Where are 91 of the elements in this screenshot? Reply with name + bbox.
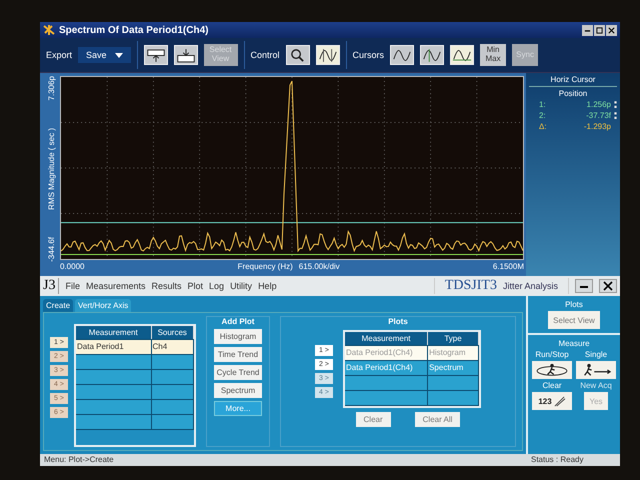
measure-heading: Measure xyxy=(558,339,590,348)
cursor-mode-button[interactable] xyxy=(420,45,444,65)
product-subtitle: Jitter Analysis xyxy=(502,281,558,291)
app-icon xyxy=(43,24,55,36)
cursors-label: Cursors xyxy=(352,50,384,60)
table-cell: Ch4 xyxy=(152,340,194,354)
tab[interactable]: Create xyxy=(43,299,74,312)
wave-icon xyxy=(392,48,412,62)
plot-type-button[interactable]: Time Trend xyxy=(214,347,262,362)
x-max-label: 6.1500M xyxy=(492,262,524,270)
cursor-panel-title: Horiz Cursor xyxy=(529,75,617,87)
menu-item[interactable]: File xyxy=(65,281,80,291)
single-label: Single xyxy=(584,350,608,359)
close-icon xyxy=(608,26,615,34)
clear-all-button[interactable]: Clear All xyxy=(414,412,460,427)
table-cell: Histogram xyxy=(428,346,479,360)
status-text: Status : Ready xyxy=(531,454,584,466)
new-acq-label: New Acq xyxy=(580,381,612,390)
close-button[interactable] xyxy=(606,24,617,36)
y-max-label: 7.306p xyxy=(47,76,57,100)
table-row[interactable]: Data Period1 Ch4 xyxy=(76,340,194,355)
zoom-tool-button[interactable] xyxy=(286,45,310,65)
clear-label: Clear xyxy=(542,381,562,390)
cursor-tool-button[interactable] xyxy=(316,45,340,65)
cursor-wave-icon xyxy=(318,48,338,62)
readout-label: Δ: xyxy=(539,122,547,131)
caret-icon xyxy=(114,52,123,58)
wave-vertical-cursor-icon xyxy=(422,48,442,62)
export-top-button[interactable] xyxy=(144,45,168,65)
readout-value: -1.293p xyxy=(582,122,611,131)
x-axis-label: Frequency (Hz) xyxy=(238,262,293,270)
run-stop-label: Run/Stop xyxy=(535,350,569,359)
clear-measure-button[interactable]: 123 xyxy=(532,392,572,410)
menu-item[interactable]: Results xyxy=(152,281,182,291)
table-cell: Data Period1(Ch4) xyxy=(345,361,428,375)
spinner-icon[interactable] xyxy=(614,100,617,108)
run-stop-button[interactable] xyxy=(532,361,572,379)
window-title: Spectrum Of Data Period1(Ch4) xyxy=(59,24,210,36)
readout-value: 1.256p xyxy=(586,100,611,109)
minimize-button[interactable] xyxy=(575,279,593,293)
menu-path-text: Menu: Plot->Create xyxy=(44,454,114,466)
y-axis-label: RMS Magnitude ( sec ) xyxy=(47,128,57,210)
runner-loop-icon xyxy=(534,363,570,377)
maximize-button[interactable] xyxy=(594,24,605,36)
magnifier-icon xyxy=(290,48,306,62)
spinner-icon[interactable] xyxy=(614,112,617,120)
cursor-mode-button[interactable] xyxy=(390,45,414,65)
export-label: Export xyxy=(46,50,72,60)
plot-type-button[interactable]: Histogram xyxy=(214,329,262,344)
minimize-icon xyxy=(584,28,591,32)
table-cell: Data Period1(Ch4) xyxy=(345,346,428,360)
control-label: Control xyxy=(250,50,280,60)
column-header: Type xyxy=(428,332,479,345)
column-header: Measurement xyxy=(345,332,428,345)
table-cell: Data Period1 xyxy=(76,340,152,354)
export-down-button[interactable] xyxy=(174,45,198,65)
cursor-mode-button[interactable] xyxy=(450,45,474,65)
plots-title: Plots xyxy=(388,317,408,326)
menu-item[interactable]: Utility xyxy=(230,281,252,291)
column-header: Measurement xyxy=(76,326,152,339)
close-icon xyxy=(603,281,613,291)
table-cell: Spectrum xyxy=(428,361,479,375)
product-name: TDSJIT3 xyxy=(444,278,497,294)
menu-item[interactable]: Help xyxy=(258,281,277,291)
minimize-button[interactable] xyxy=(582,24,593,36)
plots-heading: Plots xyxy=(565,300,583,309)
clear-button[interactable]: Clear xyxy=(356,412,391,427)
menu-item[interactable]: Measurements xyxy=(86,281,146,291)
export-dropdown[interactable]: Save xyxy=(78,47,131,63)
cursor-position-heading: Position xyxy=(558,89,588,98)
eraser-icon xyxy=(552,396,566,406)
close-button[interactable] xyxy=(599,279,617,293)
column-header: Sources xyxy=(152,326,194,339)
readout-label: 2: xyxy=(539,111,546,120)
single-button[interactable] xyxy=(576,361,616,379)
menu-item[interactable]: Plot xyxy=(188,281,204,291)
minimize-icon xyxy=(579,284,589,288)
min-max-button[interactable]: Min Max xyxy=(480,44,506,66)
readout-label: 1: xyxy=(539,100,546,109)
x-scale-label: 615.00k/div xyxy=(298,262,340,270)
app-logo: J3 xyxy=(43,278,60,294)
plot-type-button[interactable]: Spectrum xyxy=(214,383,262,398)
menu-item[interactable]: Log xyxy=(209,281,224,291)
readout-value: -37.73f xyxy=(585,111,611,120)
plot-type-button[interactable]: Cycle Trend xyxy=(214,365,262,380)
add-plot-title: Add Plot xyxy=(222,317,254,326)
select-view-button[interactable]: Select View xyxy=(548,311,600,329)
x-min-label: 0.0000 xyxy=(60,262,84,270)
maximize-icon xyxy=(596,26,603,34)
y-min-label: -344.6f xyxy=(47,237,57,262)
wave-horizontal-cursor-icon xyxy=(452,48,472,62)
